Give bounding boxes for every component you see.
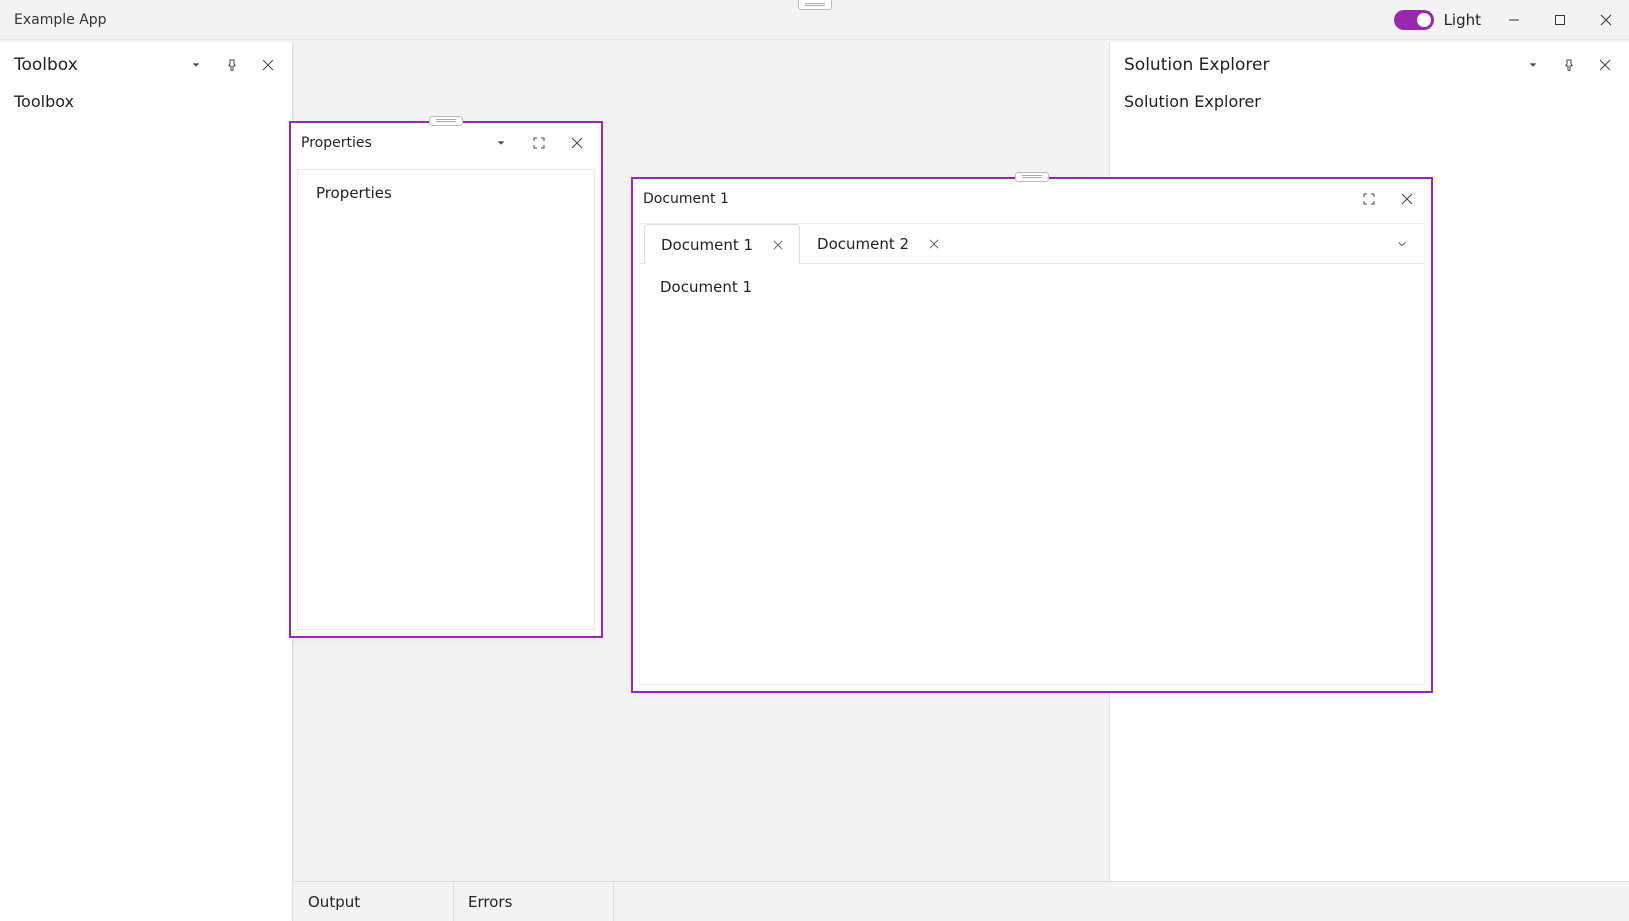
properties-drag-handle[interactable] bbox=[429, 116, 463, 126]
properties-dropdown[interactable] bbox=[483, 125, 519, 161]
properties-maximize-button[interactable] bbox=[521, 125, 557, 161]
toggle-switch[interactable] bbox=[1394, 10, 1434, 30]
document-window-title: Document 1 bbox=[643, 191, 1349, 207]
tab-label: Document 2 bbox=[817, 235, 909, 253]
document-close-button[interactable] bbox=[1389, 181, 1425, 217]
toolbox-pin-button[interactable] bbox=[214, 47, 250, 83]
document-content: Document 1 bbox=[640, 264, 1424, 310]
properties-body-label: Properties bbox=[316, 184, 392, 202]
solution-explorer-body-label: Solution Explorer bbox=[1110, 88, 1629, 115]
properties-body: Properties bbox=[297, 169, 595, 630]
toolbox-dropdown[interactable] bbox=[178, 47, 214, 83]
document-window[interactable]: Document 1 Document 1 Document bbox=[631, 177, 1433, 693]
tab-label: Document 1 bbox=[661, 236, 753, 254]
document-drag-handle[interactable] bbox=[1015, 172, 1049, 182]
solution-explorer-dropdown[interactable] bbox=[1515, 47, 1551, 83]
minimize-button[interactable] bbox=[1491, 4, 1537, 36]
solution-explorer-title: Solution Explorer bbox=[1124, 55, 1515, 75]
toolbox-close-button[interactable] bbox=[250, 47, 286, 83]
properties-window[interactable]: Properties Properties bbox=[289, 121, 603, 638]
bottom-tabstrip: Output Errors bbox=[294, 881, 1629, 921]
properties-title: Properties bbox=[301, 135, 481, 151]
maximize-button[interactable] bbox=[1537, 4, 1583, 36]
workspace: Toolbox Toolbox Solution Explorer bbox=[0, 40, 1629, 921]
bottom-tab-label: Errors bbox=[468, 893, 512, 911]
bottom-tab-errors[interactable]: Errors bbox=[454, 882, 614, 921]
titlebar: Example App Light bbox=[0, 0, 1629, 40]
close-button[interactable] bbox=[1583, 4, 1629, 36]
bottom-tab-output[interactable]: Output bbox=[294, 882, 454, 921]
toolbox-body-label: Toolbox bbox=[0, 88, 292, 115]
document-tabstrip: Document 1 Document 2 bbox=[640, 224, 1424, 264]
theme-toggle[interactable]: Light bbox=[1394, 10, 1481, 30]
solution-explorer-pin-button[interactable] bbox=[1551, 47, 1587, 83]
tab-close-icon[interactable] bbox=[767, 234, 789, 256]
solution-explorer-close-button[interactable] bbox=[1587, 47, 1623, 83]
document-content-label: Document 1 bbox=[660, 278, 752, 296]
toolbox-panel: Toolbox Toolbox bbox=[0, 42, 293, 921]
document-tabs-overflow[interactable] bbox=[1390, 232, 1414, 256]
app-title: Example App bbox=[14, 12, 107, 28]
theme-label: Light bbox=[1444, 11, 1481, 29]
bottom-tab-label: Output bbox=[308, 893, 360, 911]
top-drag-handle[interactable] bbox=[798, 0, 832, 10]
toolbox-title: Toolbox bbox=[14, 55, 178, 75]
tab-document-1[interactable]: Document 1 bbox=[644, 224, 800, 264]
tab-close-icon[interactable] bbox=[923, 233, 945, 255]
properties-close-button[interactable] bbox=[559, 125, 595, 161]
document-maximize-button[interactable] bbox=[1351, 181, 1387, 217]
tab-document-2[interactable]: Document 2 bbox=[800, 224, 956, 263]
